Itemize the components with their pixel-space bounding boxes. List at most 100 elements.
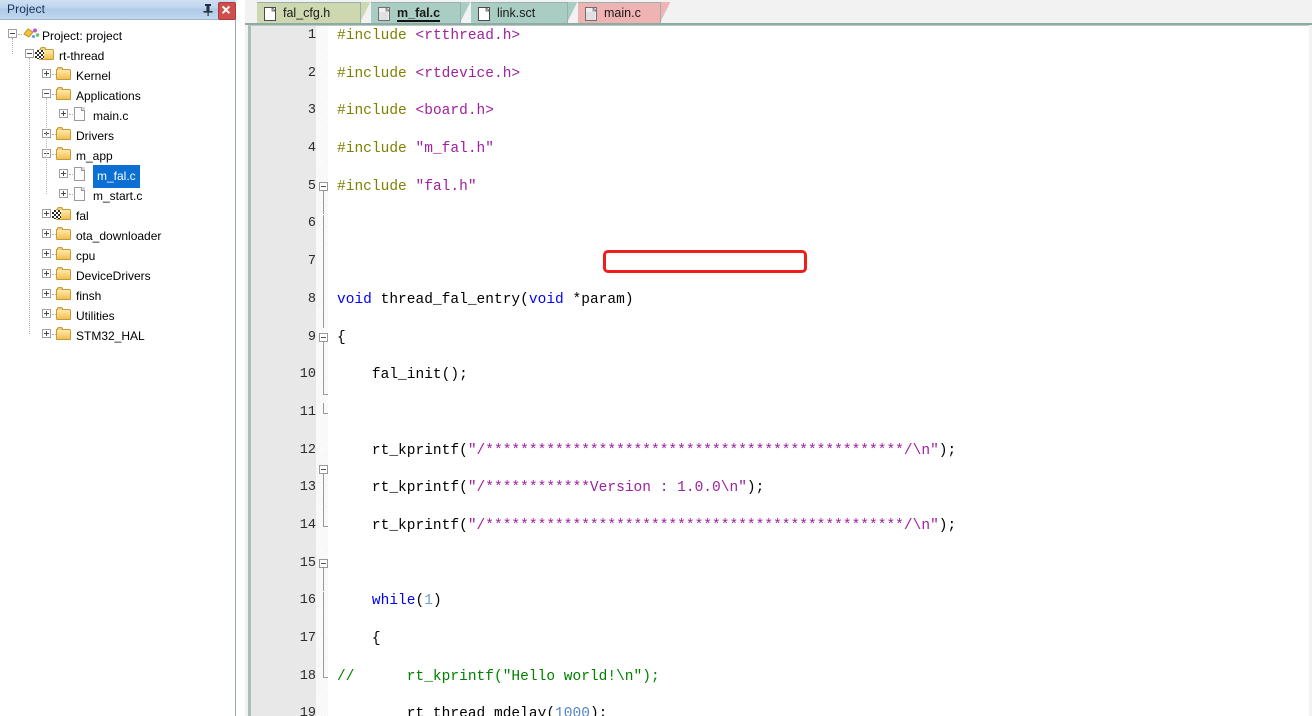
tree-item-fal[interactable]: fal — [0, 204, 235, 224]
tree-item-cpu[interactable]: cpu — [0, 244, 235, 264]
expand-icon[interactable] — [42, 209, 51, 218]
fold-line — [323, 289, 324, 309]
folder-icon — [56, 307, 72, 321]
tree-item-m-fal-c[interactable]: m_fal.c — [0, 164, 235, 188]
file-icon — [73, 167, 89, 181]
line-number: 19 — [299, 706, 316, 716]
code-line[interactable]: 18 // rt_kprintf("Hello world!\n"); — [251, 667, 1309, 686]
code-line[interactable]: 6 — [251, 214, 1309, 233]
project-tree: Project: project rt-thread Kernel Applicati… — [0, 24, 235, 344]
tree-item-label: ota_downloader — [76, 229, 162, 243]
collapse-icon[interactable] — [42, 89, 51, 98]
project-tree-container[interactable]: Project: project rt-thread Kernel Applicati… — [0, 20, 236, 716]
editor-tabbar: fal_cfg.h m_fal.c link.sct main.c — [245, 0, 1312, 24]
code-line[interactable]: 2 #include <rtdevice.h> — [251, 64, 1309, 83]
fold-line — [323, 567, 324, 573]
fold-end-tick — [323, 526, 328, 528]
code-text: while(1) — [371, 593, 442, 610]
expand-icon[interactable] — [59, 109, 68, 118]
code-line[interactable]: 3 #include <board.h> — [251, 101, 1309, 120]
fold-collapse-icon[interactable] — [319, 181, 328, 191]
code-editor[interactable]: 1 #include <rtthread.h> 2 #include <rtdevic… — [248, 25, 1309, 716]
expand-icon[interactable] — [42, 309, 51, 318]
tree-connector — [12, 38, 14, 54]
collapse-icon[interactable] — [25, 49, 34, 58]
code-text: { — [337, 631, 381, 648]
tree-item-project-project[interactable]: Project: project — [0, 24, 235, 44]
code-line[interactable]: 14 rt_kprintf("/************************… — [251, 516, 1309, 535]
editor-tab-m-fal-c[interactable]: m_fal.c — [371, 2, 461, 24]
tree-item-label: Applications — [76, 89, 141, 103]
code-line[interactable]: 12 rt_kprintf("/************************… — [251, 441, 1309, 460]
folder-icon — [56, 67, 72, 81]
line-number: 9 — [307, 329, 316, 345]
code-lines[interactable]: 1 #include <rtthread.h> 2 #include <rtdevic… — [251, 26, 1309, 716]
expand-icon[interactable] — [59, 169, 68, 178]
code-line[interactable]: 19 rt_thread_mdelay(1000); — [251, 704, 1309, 716]
expand-icon[interactable] — [42, 229, 51, 238]
project-panel-title: Project — [7, 2, 46, 16]
tree-item-main-c[interactable]: main.c — [0, 104, 235, 124]
code-line[interactable]: 7 — [251, 252, 1309, 271]
line-number: 16 — [299, 593, 316, 609]
tree-item-label: fal — [76, 209, 89, 223]
code-line[interactable]: 5 #include "fal.h" — [251, 177, 1309, 196]
expand-icon[interactable] — [42, 289, 51, 298]
pin-icon[interactable] — [200, 2, 216, 18]
folder-icon — [56, 327, 72, 341]
code-line[interactable]: 13 rt_kprintf("/************Version : 1.… — [251, 478, 1309, 497]
expand-icon[interactable] — [42, 69, 51, 78]
tree-item-m-start-c[interactable]: m_start.c — [0, 184, 235, 204]
tree-item-drivers[interactable]: Drivers — [0, 124, 235, 144]
tree-item-finsh[interactable]: finsh — [0, 284, 235, 304]
tree-item-rt-thread[interactable]: rt-thread — [0, 44, 235, 64]
code-line[interactable]: 8 void thread_fal_entry(void *param) — [251, 290, 1309, 309]
tree-item-stm32-hal[interactable]: STM32_HAL — [0, 324, 235, 344]
fold-end-tick — [323, 413, 328, 414]
line-number: 1 — [307, 28, 316, 43]
collapse-icon[interactable] — [8, 29, 17, 38]
code-line[interactable]: 4 #include "m_fal.h" — [251, 139, 1309, 158]
editor-tab-main-c[interactable]: main.c — [578, 2, 661, 24]
tree-item-utilities[interactable]: Utilities — [0, 304, 235, 324]
fold-line — [323, 629, 324, 649]
fold-line — [323, 478, 324, 498]
file-hatch-icon — [378, 6, 391, 21]
code-text: rt_kprintf("/***************************… — [337, 518, 957, 535]
line-number: 15 — [299, 555, 316, 571]
tree-item-label: STM32_HAL — [76, 329, 145, 343]
code-line[interactable]: 9{ — [251, 328, 1309, 347]
fold-line — [323, 190, 324, 196]
fold-collapse-icon[interactable] — [319, 332, 328, 342]
tree-item-devicedrivers[interactable]: DeviceDrivers — [0, 264, 235, 284]
code-text: // rt_kprintf("Hello world!\n"); — [337, 668, 660, 685]
tab-edge — [661, 2, 672, 24]
folder-icon — [56, 127, 72, 141]
folder-icon — [56, 227, 72, 241]
expand-icon[interactable] — [59, 189, 68, 198]
tree-item-ota-downloader[interactable]: ota_downloader — [0, 224, 235, 244]
fold-collapse-icon[interactable] — [319, 464, 328, 474]
tree-item-label: cpu — [76, 249, 96, 263]
code-line[interactable]: 11 — [251, 403, 1309, 422]
tree-item-m-app[interactable]: m_app — [0, 144, 235, 164]
code-line[interactable]: 17 { — [251, 629, 1309, 648]
fold-collapse-icon[interactable] — [319, 558, 328, 568]
editor-tab-link-sct[interactable]: link.sct — [471, 2, 568, 24]
tree-item-applications[interactable]: Applications — [0, 84, 235, 104]
code-line[interactable]: 15 — [251, 554, 1309, 573]
editor-tab-label: main.c — [604, 6, 641, 20]
close-icon[interactable] — [218, 2, 236, 20]
fold-line — [323, 610, 324, 630]
code-line[interactable]: 10 fal_init(); — [251, 365, 1309, 384]
expand-icon[interactable] — [42, 249, 51, 258]
folder-icon — [56, 287, 72, 301]
editor-tab-fal-cfg-h[interactable]: fal_cfg.h — [257, 2, 361, 24]
line-number: 2 — [307, 65, 316, 81]
tree-item-kernel[interactable]: Kernel — [0, 64, 235, 84]
code-line[interactable]: 1 #include <rtthread.h> — [251, 26, 1309, 45]
expand-icon[interactable] — [42, 329, 51, 338]
fold-line — [323, 516, 324, 527]
code-line[interactable]: 16 while(1) — [251, 591, 1309, 610]
expand-icon[interactable] — [42, 269, 51, 278]
